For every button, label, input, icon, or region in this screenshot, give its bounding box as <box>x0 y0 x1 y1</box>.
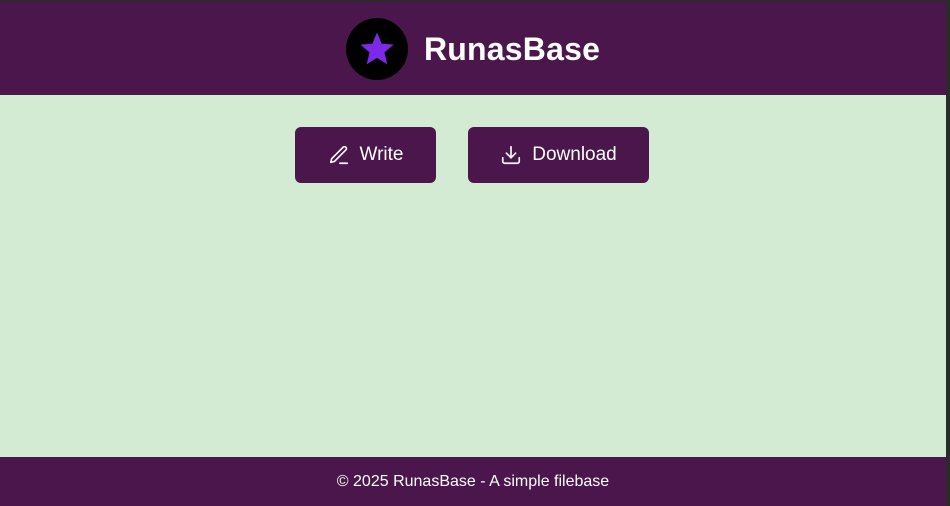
pattern-tile <box>328 225 368 265</box>
write-button[interactable]: Write <box>295 127 436 183</box>
pattern-tile <box>328 325 368 365</box>
pattern-tile <box>628 225 668 265</box>
pattern-tile <box>528 425 568 457</box>
pattern-tile <box>528 225 568 265</box>
pencil-icon <box>329 145 348 165</box>
main-content: Write Download <box>0 95 946 457</box>
pattern-tile <box>228 325 268 365</box>
download-button-label: Download <box>532 144 617 165</box>
pattern-tile <box>828 125 868 165</box>
download-button[interactable]: Download <box>468 127 649 183</box>
pattern-tile <box>228 225 268 265</box>
pattern-tile <box>628 425 668 457</box>
window-border-right <box>946 0 950 506</box>
pattern-tile <box>828 425 868 457</box>
app-title: RunasBase <box>424 30 601 67</box>
pattern-tile <box>428 325 468 365</box>
pattern-tile <box>228 425 268 457</box>
pattern-tile <box>328 425 368 457</box>
download-icon <box>502 145 521 165</box>
pattern-tile <box>728 225 768 265</box>
pattern-tile <box>28 125 68 165</box>
brand: RunasBase <box>346 18 600 80</box>
pattern-tile <box>28 425 68 457</box>
pattern-tile <box>928 425 946 457</box>
pattern-tile <box>128 225 168 265</box>
pattern-tile <box>928 125 946 165</box>
pattern-tile <box>828 225 868 265</box>
logo <box>346 18 408 80</box>
site-header: RunasBase <box>0 2 946 95</box>
pattern-tile <box>928 225 946 265</box>
pattern-tile <box>528 325 568 365</box>
pattern-tile <box>228 125 268 165</box>
pattern-tile <box>428 425 468 457</box>
pattern-tile <box>428 225 468 265</box>
pattern-tile <box>128 425 168 457</box>
pattern-tile <box>728 425 768 457</box>
pattern-tile <box>128 125 168 165</box>
footer-copyright: © 2025 RunasBase - A simple filebase <box>336 472 610 490</box>
pattern-tile <box>728 325 768 365</box>
pattern-tile <box>928 325 946 365</box>
star-icon <box>360 32 394 65</box>
pattern-tile <box>828 325 868 365</box>
pattern-tile <box>28 225 68 265</box>
pattern-tile <box>128 325 168 365</box>
pattern-tile <box>28 325 68 365</box>
write-button-label: Write <box>359 144 404 165</box>
site-footer: © 2025 RunasBase - A simple filebase <box>0 457 946 506</box>
pattern-tile <box>728 125 768 165</box>
pattern-tile <box>628 325 668 365</box>
